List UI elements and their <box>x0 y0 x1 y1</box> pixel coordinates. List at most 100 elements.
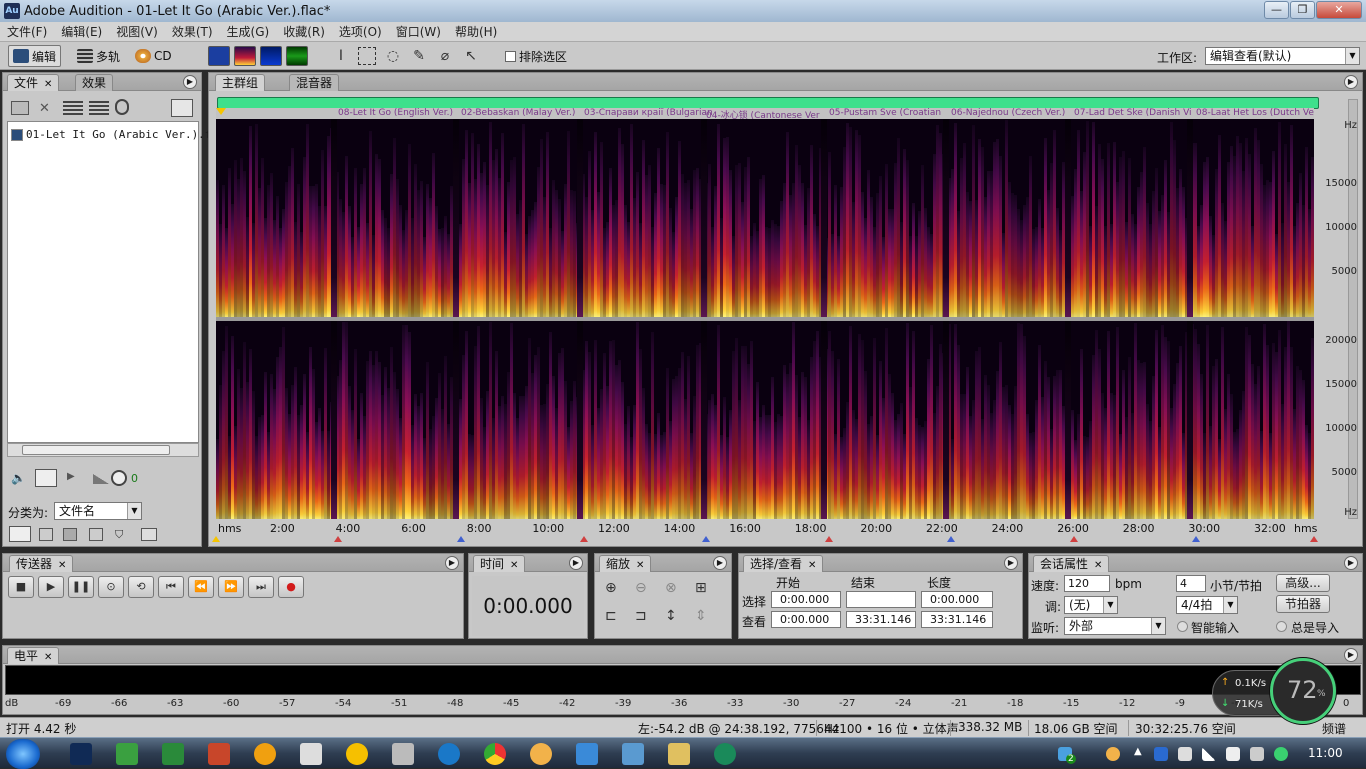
skype-taskbar-icon[interactable] <box>438 743 460 765</box>
spectral-frequency-display[interactable] <box>216 119 1314 519</box>
marker-label[interactable]: 04-冰心锁 (Cantonese Ver <box>706 108 820 119</box>
pause-button[interactable]: ❚❚ <box>68 576 94 598</box>
tray-emoji-icon[interactable] <box>1106 747 1120 761</box>
insert-multitrack-icon[interactable] <box>63 101 83 115</box>
marker-triangle-icon[interactable] <box>457 536 465 542</box>
player-taskbar-icon[interactable] <box>254 743 276 765</box>
play-file-icon[interactable] <box>115 99 129 115</box>
close-icon[interactable]: ✕ <box>58 560 66 571</box>
paint-taskbar-icon[interactable] <box>208 743 230 765</box>
marker-triangle-icon[interactable] <box>702 536 710 542</box>
volume-muted-icon[interactable] <box>1250 747 1264 761</box>
panel-menu-icon[interactable]: ▶ <box>569 556 583 570</box>
panel-menu-icon[interactable]: ▶ <box>1344 75 1358 89</box>
tab-transport[interactable]: 传送器 ✕ <box>9 555 74 572</box>
insert-cd-icon[interactable] <box>89 101 109 115</box>
marker-label[interactable]: 06-Najednou (Czech Ver.) <box>951 108 1065 118</box>
stop-button[interactable]: ■ <box>8 576 34 598</box>
tray-expand-icon[interactable]: ▲ <box>1134 746 1142 757</box>
panel-menu-icon[interactable]: ▶ <box>713 556 727 570</box>
start-marker-icon[interactable] <box>216 108 226 115</box>
marker-triangle-icon[interactable] <box>580 536 588 542</box>
play-icon[interactable]: ▶ <box>67 471 77 485</box>
fast-forward-button[interactable]: ⏩ <box>218 576 244 598</box>
tab-zoom[interactable]: 缩放 ✕ <box>599 555 652 572</box>
show-video-icon[interactable] <box>63 528 77 541</box>
tab-session-properties[interactable]: 会话属性 ✕ <box>1033 555 1110 572</box>
close-file-icon[interactable]: ✕ <box>39 101 57 116</box>
zoom-in-vertical-icon[interactable]: ↕ <box>665 608 677 624</box>
tab-main-group[interactable]: 主群组 <box>215 74 266 91</box>
explorer-taskbar-icon[interactable] <box>668 743 690 765</box>
panel-menu-icon[interactable]: ▶ <box>1344 556 1358 570</box>
alien-taskbar-icon[interactable] <box>300 743 322 765</box>
metronome-button[interactable]: 节拍器 <box>1276 595 1330 613</box>
speaker-icon[interactable]: 🔈 <box>11 471 29 485</box>
play-button[interactable]: ▶ <box>38 576 64 598</box>
close-icon[interactable]: ✕ <box>510 560 518 571</box>
menu-window[interactable]: 窗口(W) <box>389 23 448 40</box>
menu-help[interactable]: 帮助(H) <box>448 23 504 40</box>
close-icon[interactable]: ✕ <box>44 79 52 90</box>
usb-icon[interactable] <box>1178 747 1192 761</box>
tempo-field[interactable]: 120 <box>1064 575 1110 592</box>
show-loops-icon[interactable] <box>39 528 53 541</box>
volume-knob[interactable] <box>111 470 127 486</box>
open-file-icon[interactable] <box>11 101 29 115</box>
monitor-select[interactable]: 外部 ▼ <box>1064 617 1166 635</box>
time-ruler[interactable]: hms 2:00 4:00 6:00 8:00 10:00 12:00 14:00 16:00 1… <box>212 519 1318 542</box>
close-icon[interactable]: ✕ <box>808 560 816 571</box>
view-end-field[interactable]: 33:31.146 <box>846 611 916 628</box>
rewind-button[interactable]: ⏪ <box>188 576 214 598</box>
time-signature-select[interactable]: 4/4拍 ▼ <box>1176 596 1238 614</box>
marker-triangle-icon[interactable] <box>1192 536 1200 542</box>
zoom-full-icon[interactable]: ⊗ <box>665 580 677 596</box>
marker-triangle-icon[interactable] <box>1310 536 1318 542</box>
right-channel-spectrogram[interactable] <box>216 321 1314 519</box>
chrome-taskbar-icon[interactable] <box>484 743 506 765</box>
spectral-pan-button[interactable] <box>260 46 282 66</box>
marker-label[interactable]: 07-Lad Det Ske (Danish Vi <box>1074 108 1192 118</box>
list-item[interactable]: 01-Let It Go (Arabic Ver.).fl <box>11 128 218 141</box>
globe-taskbar-icon[interactable] <box>622 743 644 765</box>
marker-label[interactable]: 02-Bebaskan (Malay Ver.) <box>461 108 575 118</box>
zoom-right-edge-icon[interactable]: ⊐ <box>635 608 647 624</box>
memory-usage-gauge[interactable]: 72 % <box>1270 658 1336 724</box>
tab-mixer[interactable]: 混音器 <box>289 74 340 91</box>
smart-input-radio[interactable] <box>1177 621 1188 632</box>
security-shield-icon[interactable] <box>1154 747 1168 761</box>
menu-options[interactable]: 选项(O) <box>332 23 389 40</box>
record-button[interactable]: ● <box>278 576 304 598</box>
selection-start-field[interactable]: 0:00.000 <box>771 591 841 608</box>
play-to-end-button[interactable]: ⊙ <box>98 576 124 598</box>
edit-view-button[interactable]: 编辑 <box>8 45 62 67</box>
panel-menu-icon[interactable]: ▶ <box>1004 556 1018 570</box>
cd-view-button[interactable]: CD <box>130 45 177 67</box>
emoji-taskbar-icon[interactable] <box>530 743 552 765</box>
tab-time[interactable]: 时间 ✕ <box>473 555 526 572</box>
view-options-icon[interactable] <box>171 99 193 117</box>
menu-generate[interactable]: 生成(G) <box>220 23 277 40</box>
selection-end-field[interactable] <box>846 591 916 608</box>
menu-effects[interactable]: 效果(T) <box>165 23 220 40</box>
marker-triangle-icon[interactable] <box>947 536 955 542</box>
marker-label[interactable]: 03-Спарави краії (Bulgarian <box>584 108 713 118</box>
healing-brush-icon[interactable]: ⌀ <box>436 47 454 65</box>
spectral-phase-button[interactable] <box>286 46 308 66</box>
menu-favorites[interactable]: 收藏(R) <box>276 23 332 40</box>
view-start-field[interactable]: 0:00.000 <box>771 611 841 628</box>
show-midi-icon[interactable] <box>89 528 103 541</box>
start-button[interactable] <box>6 739 40 769</box>
sort-select[interactable]: 文件名 ▼ <box>54 502 142 520</box>
marker-triangle-icon[interactable] <box>212 536 220 542</box>
marker-label[interactable]: 08-Laat Het Los (Dutch Ve <box>1196 108 1314 118</box>
zoom-selection-icon[interactable]: ⊞ <box>695 580 707 596</box>
marker-triangle-icon[interactable] <box>825 536 833 542</box>
brush-tool-icon[interactable]: ✎ <box>410 47 428 65</box>
always-input-radio[interactable] <box>1276 621 1287 632</box>
panel-menu-icon[interactable]: ▶ <box>1344 648 1358 662</box>
calculator-taskbar-icon[interactable] <box>392 743 414 765</box>
menu-file[interactable]: 文件(F) <box>0 23 54 40</box>
exclude-selection-checkbox[interactable] <box>505 50 516 62</box>
panel-menu-icon[interactable]: ▶ <box>183 75 197 89</box>
